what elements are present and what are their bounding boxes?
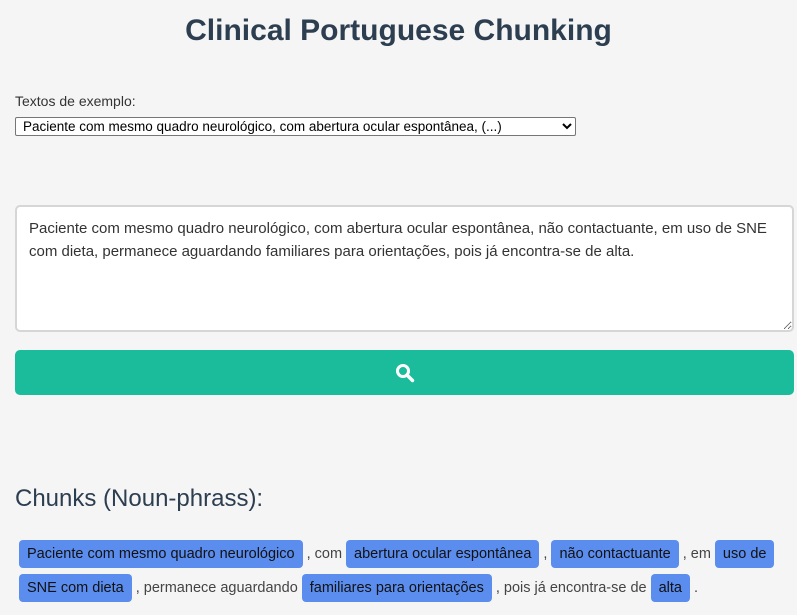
noun-phrase-chunk: Paciente com mesmo quadro neurológico (19, 540, 303, 568)
input-textarea[interactable]: Paciente com mesmo quadro neurológico, c… (15, 205, 794, 332)
chunk-separator-text: , com (306, 546, 343, 562)
noun-phrase-chunk: alta (650, 574, 690, 602)
noun-phrase-chunk: abertura ocular espontânea (346, 540, 540, 568)
chunk-separator-text: , (543, 546, 548, 562)
chunk-separator-text: , permanece aguardando (135, 580, 298, 596)
chunks-heading: Chunks (Noun-phrass): (15, 485, 264, 512)
search-button[interactable] (15, 350, 794, 395)
examples-label: Textos de exemplo: (15, 93, 136, 109)
page-title: Clinical Portuguese Chunking (185, 14, 612, 47)
noun-phrase-chunk: familiares para orientações (301, 574, 492, 602)
noun-phrase-chunk: não contactuante (551, 540, 679, 568)
chunk-separator-text: , em (682, 546, 711, 562)
search-icon (395, 363, 415, 383)
chunks-output: Paciente com mesmo quadro neurológico, c… (15, 537, 775, 605)
chunk-separator-text: , pois já encontra-se de (495, 580, 647, 596)
examples-select[interactable]: Paciente com mesmo quadro neurológico, c… (15, 117, 576, 136)
chunk-separator-text: . (693, 580, 699, 596)
